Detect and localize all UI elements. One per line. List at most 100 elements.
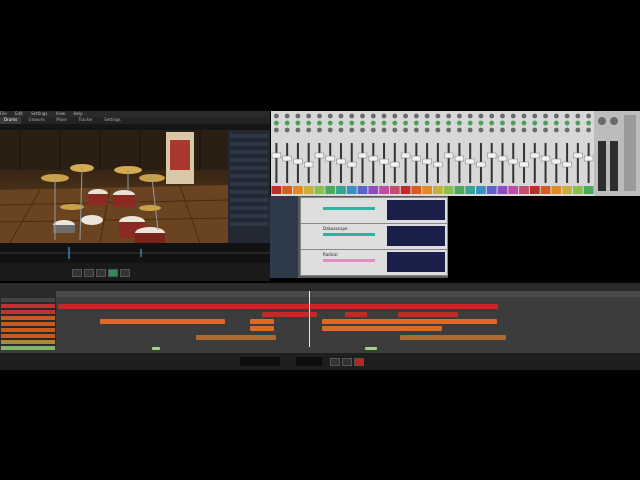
knob[interactable]: [284, 113, 290, 119]
fader-cap[interactable]: [347, 161, 357, 168]
channel-color-label[interactable]: [325, 186, 336, 194]
mixer-channel[interactable]: [271, 113, 282, 194]
knob[interactable]: [338, 113, 344, 119]
knob[interactable]: [553, 127, 559, 133]
clip[interactable]: [250, 319, 274, 324]
channel-color-label[interactable]: [529, 186, 540, 194]
mixer-channel[interactable]: [562, 113, 572, 194]
stop-button[interactable]: [84, 269, 94, 277]
clip[interactable]: [398, 312, 458, 317]
knob[interactable]: [381, 113, 387, 119]
clip[interactable]: [365, 347, 377, 350]
knob[interactable]: [392, 113, 398, 119]
fader-cap[interactable]: [271, 152, 282, 159]
channel-color-label[interactable]: [443, 186, 454, 194]
loop-button[interactable]: [120, 269, 130, 277]
knob[interactable]: [327, 120, 333, 126]
fader-cap[interactable]: [368, 155, 378, 162]
side-row[interactable]: [230, 182, 268, 186]
play-button[interactable]: [342, 358, 352, 366]
knob[interactable]: [327, 113, 333, 119]
channel-color-label[interactable]: [508, 186, 519, 194]
knob[interactable]: [521, 127, 527, 133]
side-row[interactable]: [230, 150, 268, 154]
mixer-channel[interactable]: [551, 113, 562, 194]
fader-cap[interactable]: [583, 155, 594, 162]
knob[interactable]: [360, 120, 365, 126]
fader-cap[interactable]: [357, 152, 368, 159]
clip[interactable]: [322, 326, 442, 331]
mixer-channel[interactable]: [529, 113, 540, 194]
knob[interactable]: [510, 127, 516, 133]
knob[interactable]: [273, 120, 279, 126]
clip[interactable]: [400, 335, 506, 340]
fader-cap[interactable]: [293, 158, 303, 165]
fader-cap[interactable]: [433, 161, 443, 168]
knob[interactable]: [510, 113, 516, 119]
track-header[interactable]: [1, 328, 55, 332]
mixer-channel[interactable]: [357, 113, 368, 194]
clip[interactable]: [345, 312, 367, 317]
knob[interactable]: [413, 113, 419, 119]
mixer-channel[interactable]: [572, 113, 583, 194]
menu-view[interactable]: View: [56, 111, 66, 116]
knob[interactable]: [564, 127, 570, 133]
tab-tracker[interactable]: Tracker: [74, 117, 96, 124]
mixer-channel[interactable]: [379, 113, 389, 194]
rewind-button[interactable]: [72, 269, 82, 277]
knob[interactable]: [403, 113, 408, 119]
side-row[interactable]: [230, 158, 268, 162]
knob[interactable]: [392, 120, 398, 126]
side-row[interactable]: [230, 214, 268, 218]
channel-color-label[interactable]: [454, 186, 465, 194]
mixer-channel[interactable]: [486, 113, 497, 194]
channel-color-label[interactable]: [346, 186, 357, 194]
knob[interactable]: [467, 120, 473, 126]
mixer-channel[interactable]: [314, 113, 325, 194]
channel-color-label[interactable]: [293, 186, 303, 194]
knob[interactable]: [381, 120, 387, 126]
fader-cap[interactable]: [325, 155, 335, 162]
knob[interactable]: [349, 127, 355, 133]
channel-color-label[interactable]: [540, 186, 551, 194]
knob[interactable]: [532, 127, 538, 133]
tab-settings[interactable]: Settings: [100, 117, 124, 124]
knob[interactable]: [381, 127, 387, 133]
knob[interactable]: [295, 113, 301, 119]
mixer-channel[interactable]: [465, 113, 476, 194]
fader-cap[interactable]: [390, 161, 400, 168]
mixer-channel[interactable]: [476, 113, 486, 194]
mixer-channel[interactable]: [411, 113, 422, 194]
knob[interactable]: [478, 120, 484, 126]
fader-cap[interactable]: [411, 155, 421, 162]
knob[interactable]: [532, 113, 538, 119]
knob[interactable]: [457, 120, 462, 126]
channel-color-label[interactable]: [314, 186, 325, 194]
rack-device-3[interactable]: Radical: [300, 249, 448, 276]
knob[interactable]: [349, 113, 355, 119]
fader-cap[interactable]: [530, 152, 540, 159]
track-header[interactable]: [1, 310, 55, 314]
knob[interactable]: [392, 127, 398, 133]
drum-groove-timeline[interactable]: [0, 243, 270, 263]
knob[interactable]: [360, 113, 365, 119]
knob[interactable]: [543, 120, 548, 126]
fader-cap[interactable]: [476, 161, 486, 168]
tab-grooves[interactable]: Grooves: [25, 117, 49, 124]
side-row[interactable]: [230, 142, 268, 146]
fader-cap[interactable]: [314, 152, 325, 159]
knob[interactable]: [543, 127, 548, 133]
fader-cap[interactable]: [508, 158, 518, 165]
fader-cap[interactable]: [519, 161, 529, 168]
knob[interactable]: [435, 120, 441, 126]
side-row[interactable]: [230, 198, 268, 202]
channel-color-label[interactable]: [551, 186, 562, 194]
side-row[interactable]: [230, 206, 268, 210]
side-row[interactable]: [230, 134, 268, 138]
clip[interactable]: [152, 347, 160, 350]
fader-cap[interactable]: [540, 155, 551, 162]
knob[interactable]: [586, 113, 592, 119]
knob[interactable]: [306, 120, 312, 126]
mixer-channel[interactable]: [293, 113, 303, 194]
track-header[interactable]: [1, 334, 55, 338]
